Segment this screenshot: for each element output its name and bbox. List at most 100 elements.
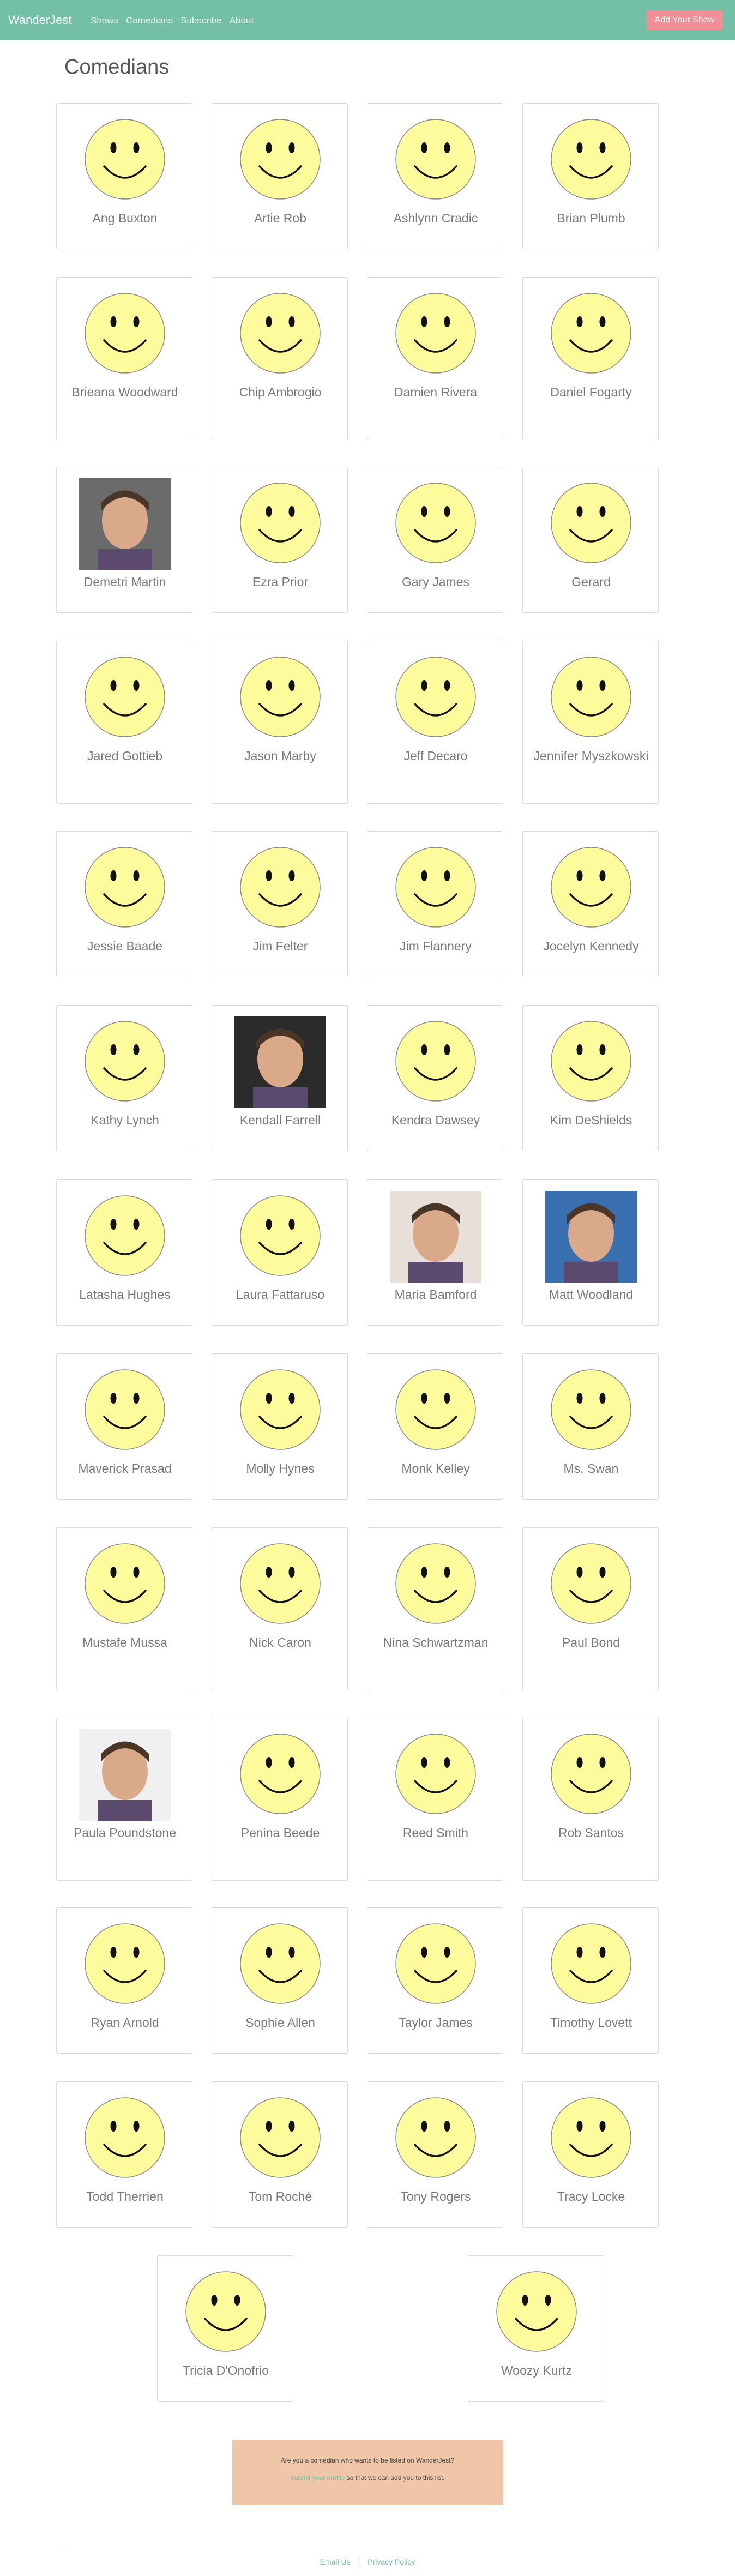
- comedian-name[interactable]: Tracy Locke: [528, 2189, 654, 2205]
- comedian-name[interactable]: Ms. Swan: [528, 1461, 654, 1477]
- comedian-card[interactable]: Jocelyn Kennedy: [522, 831, 659, 977]
- comedian-name[interactable]: Matt Woodland: [528, 1287, 654, 1303]
- comedian-name[interactable]: Paul Bond: [528, 1635, 654, 1651]
- comedian-card[interactable]: Maria Bamford: [367, 1179, 503, 1326]
- nav-link-about[interactable]: About: [230, 15, 254, 26]
- comedian-name[interactable]: Ang Buxton: [62, 210, 188, 226]
- comedian-card[interactable]: Jared Gottieb: [56, 641, 192, 804]
- comedian-name[interactable]: Gary James: [373, 574, 498, 590]
- comedian-card[interactable]: Ezra Prior: [212, 467, 348, 613]
- comedian-name[interactable]: Gerard: [528, 574, 654, 590]
- comedian-name[interactable]: Maria Bamford: [373, 1287, 498, 1303]
- comedian-name[interactable]: Latasha Hughes: [62, 1287, 188, 1303]
- comedian-card[interactable]: Penina Beede: [212, 1718, 348, 1881]
- privacy-policy-link[interactable]: Privacy Policy: [368, 2557, 415, 2566]
- comedian-name[interactable]: Tony Rogers: [373, 2189, 498, 2205]
- comedian-card[interactable]: Ang Buxton: [56, 103, 192, 249]
- comedian-name[interactable]: Ezra Prior: [218, 574, 343, 590]
- comedian-name[interactable]: Jared Gottieb: [62, 748, 188, 764]
- comedian-name[interactable]: Timothy Lovett: [528, 2015, 654, 2031]
- comedian-name[interactable]: Penina Beede: [218, 1825, 343, 1841]
- comedian-card[interactable]: Reed Smith: [367, 1718, 503, 1881]
- comedian-name[interactable]: Molly Hynes: [218, 1461, 343, 1477]
- comedian-card[interactable]: Matt Woodland: [522, 1179, 659, 1326]
- comedian-card[interactable]: Gary James: [367, 467, 503, 613]
- comedian-name[interactable]: Taylor James: [373, 2015, 498, 2031]
- comedian-card[interactable]: Artie Rob: [212, 103, 348, 249]
- comedian-card[interactable]: Timothy Lovett: [522, 1907, 659, 2054]
- comedian-card[interactable]: Tom Roché: [212, 2081, 348, 2228]
- comedian-card[interactable]: Jason Marby: [212, 641, 348, 804]
- comedian-card[interactable]: Brieana Woodward: [56, 277, 192, 440]
- comedian-name[interactable]: Demetri Martin: [62, 574, 188, 590]
- comedian-name[interactable]: Kendall Farrell: [218, 1112, 343, 1128]
- comedian-card[interactable]: Brian Plumb: [522, 103, 659, 249]
- comedian-card[interactable]: Jim Flannery: [367, 831, 503, 977]
- comedian-card[interactable]: Jim Felter: [212, 831, 348, 977]
- nav-link-comedians[interactable]: Comedians: [126, 15, 173, 26]
- comedian-name[interactable]: Jennifer Myszkowski: [528, 748, 654, 764]
- comedian-name[interactable]: Reed Smith: [373, 1825, 498, 1841]
- comedian-name[interactable]: Kendra Dawsey: [373, 1112, 498, 1128]
- comedian-card[interactable]: Paul Bond: [522, 1527, 659, 1690]
- comedian-name[interactable]: Kathy Lynch: [62, 1112, 188, 1128]
- comedian-card[interactable]: Chip Ambrogio: [212, 277, 348, 440]
- nav-link-subscribe[interactable]: Subscribe: [180, 15, 222, 26]
- comedian-name[interactable]: Jason Marby: [218, 748, 343, 764]
- submit-profile-link[interactable]: Submit your profile: [290, 2474, 345, 2482]
- comedian-card[interactable]: Rob Santos: [522, 1718, 659, 1881]
- comedian-card[interactable]: Mustafe Mussa: [56, 1527, 192, 1690]
- comedian-name[interactable]: Jocelyn Kennedy: [528, 938, 654, 954]
- comedian-card[interactable]: Demetri Martin: [56, 467, 192, 613]
- email-us-link[interactable]: Email Us: [320, 2557, 351, 2566]
- comedian-card[interactable]: Kathy Lynch: [56, 1005, 192, 1151]
- comedian-card[interactable]: Ashlynn Cradic: [367, 103, 503, 249]
- comedian-card[interactable]: Laura Fattaruso: [212, 1179, 348, 1326]
- comedian-card[interactable]: Ryan Arnold: [56, 1907, 192, 2054]
- comedian-card[interactable]: Kendall Farrell: [212, 1005, 348, 1151]
- comedian-name[interactable]: Nina Schwartzman: [373, 1635, 498, 1651]
- nav-link-shows[interactable]: Shows: [91, 15, 118, 26]
- comedian-name[interactable]: Laura Fattaruso: [218, 1287, 343, 1303]
- comedian-card[interactable]: Jennifer Myszkowski: [522, 641, 659, 804]
- comedian-name[interactable]: Todd Therrien: [62, 2189, 188, 2205]
- comedian-card[interactable]: Molly Hynes: [212, 1353, 348, 1500]
- comedian-name[interactable]: Brian Plumb: [528, 210, 654, 226]
- comedian-card[interactable]: Kendra Dawsey: [367, 1005, 503, 1151]
- comedian-card[interactable]: Taylor James: [367, 1907, 503, 2054]
- comedian-name[interactable]: Tricia D'Onofrio: [163, 2363, 288, 2379]
- comedian-card[interactable]: Daniel Fogarty: [522, 277, 659, 440]
- comedian-card[interactable]: Monk Kelley: [367, 1353, 503, 1500]
- comedian-card[interactable]: Kim DeShields: [522, 1005, 659, 1151]
- brand-logo[interactable]: WanderJest: [8, 13, 72, 27]
- comedian-name[interactable]: Paula Poundstone: [62, 1825, 188, 1841]
- comedian-name[interactable]: Woozy Kurtz: [474, 2363, 599, 2379]
- comedian-name[interactable]: Daniel Fogarty: [528, 384, 654, 400]
- comedian-card[interactable]: Ms. Swan: [522, 1353, 659, 1500]
- comedian-card[interactable]: Sophie Allen: [212, 1907, 348, 2054]
- comedian-name[interactable]: Jessie Baade: [62, 938, 188, 954]
- comedian-card[interactable]: Tracy Locke: [522, 2081, 659, 2228]
- comedian-card[interactable]: Todd Therrien: [56, 2081, 192, 2228]
- comedian-name[interactable]: Jeff Decaro: [373, 748, 498, 764]
- comedian-card[interactable]: Nick Caron: [212, 1527, 348, 1690]
- comedian-card[interactable]: Jeff Decaro: [367, 641, 503, 804]
- comedian-name[interactable]: Tom Roché: [218, 2189, 343, 2205]
- comedian-name[interactable]: Chip Ambrogio: [218, 384, 343, 400]
- comedian-name[interactable]: Jim Flannery: [373, 938, 498, 954]
- comedian-name[interactable]: Maverick Prasad: [62, 1461, 188, 1477]
- comedian-card[interactable]: Tricia D'Onofrio: [157, 2255, 293, 2402]
- comedian-name[interactable]: Brieana Woodward: [62, 384, 188, 400]
- comedian-card[interactable]: Damien Rivera: [367, 277, 503, 440]
- comedian-card[interactable]: Nina Schwartzman: [367, 1527, 503, 1690]
- comedian-name[interactable]: Ashlynn Cradic: [373, 210, 498, 226]
- comedian-card[interactable]: Tony Rogers: [367, 2081, 503, 2228]
- comedian-name[interactable]: Monk Kelley: [373, 1461, 498, 1477]
- add-your-show-button[interactable]: Add Your Show: [646, 10, 723, 30]
- comedian-card[interactable]: Woozy Kurtz: [468, 2255, 604, 2402]
- comedian-name[interactable]: Kim DeShields: [528, 1112, 654, 1128]
- comedian-name[interactable]: Damien Rivera: [373, 384, 498, 400]
- comedian-name[interactable]: Artie Rob: [218, 210, 343, 226]
- comedian-card[interactable]: Latasha Hughes: [56, 1179, 192, 1326]
- comedian-name[interactable]: Nick Caron: [218, 1635, 343, 1651]
